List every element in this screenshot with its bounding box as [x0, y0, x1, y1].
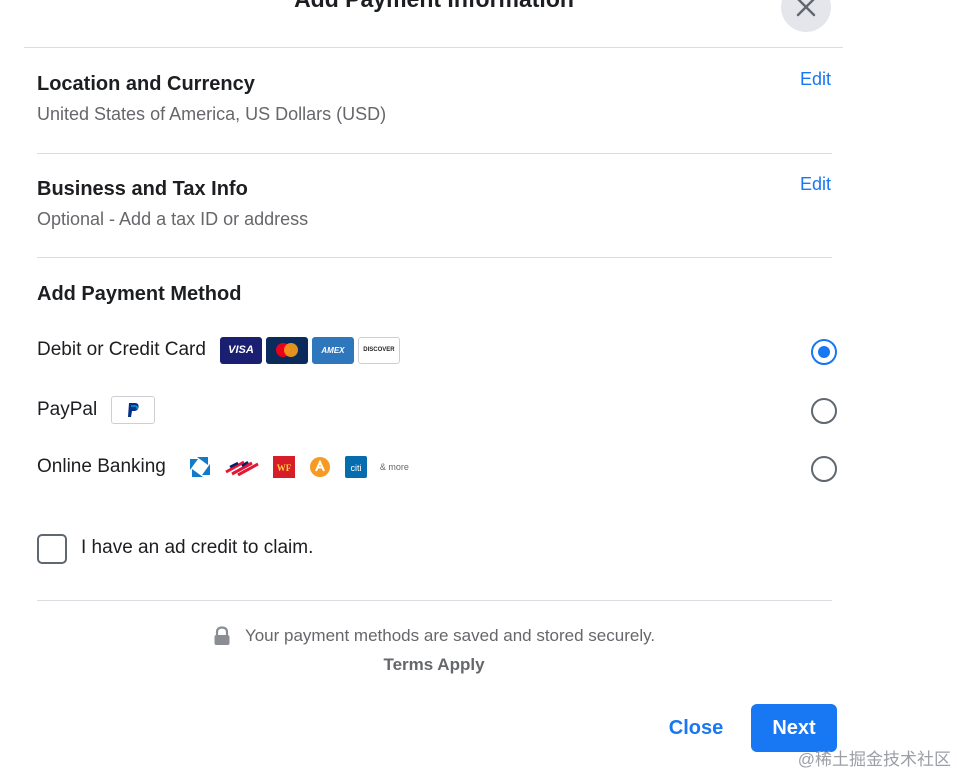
discover-logo: DISCOVER [357, 336, 400, 364]
ad-credit-checkbox[interactable] [37, 534, 67, 564]
card-option[interactable]: Debit or Credit Card VISA AMEX DISCOVER [37, 330, 837, 370]
header-divider [24, 47, 843, 48]
ad-credit-label: I have an ad credit to claim. [81, 537, 314, 558]
section-divider [37, 257, 832, 258]
visa-logo: VISA [219, 336, 262, 364]
paypal-logo [111, 396, 156, 424]
dialog-title: Add Payment Information [0, 0, 868, 13]
online-banking-radio[interactable] [811, 456, 837, 482]
secure-text: Your payment methods are saved and store… [244, 626, 656, 645]
section-divider [37, 153, 832, 154]
amex-logo: AMEX [311, 336, 354, 364]
svg-text:WF: WF [277, 463, 292, 473]
business-edit-link[interactable]: Edit [800, 174, 831, 195]
close-dialog-button[interactable] [781, 0, 831, 32]
lock-icon [214, 626, 230, 645]
chase-logo [188, 455, 212, 479]
close-icon [796, 0, 816, 17]
svg-text:citi: citi [350, 463, 361, 473]
business-title: Business and Tax Info [37, 178, 248, 200]
citi-logo: citi [344, 455, 368, 479]
card-option-label: Debit or Credit Card [37, 339, 206, 360]
business-subtitle: Optional - Add a tax ID or address [37, 209, 309, 229]
terms-apply-link[interactable]: Terms Apply [0, 655, 868, 675]
paypal-radio[interactable] [811, 398, 837, 424]
bank-of-america-logo [224, 455, 260, 479]
us-bank-logo [308, 455, 332, 479]
section-divider [37, 600, 832, 601]
location-title: Location and Currency [37, 73, 255, 95]
secure-note: Your payment methods are saved and store… [0, 626, 868, 646]
more-banks-text: & more [379, 462, 409, 472]
location-subtitle: United States of America, US Dollars (US… [37, 104, 387, 124]
payment-method-title: Add Payment Method [37, 283, 242, 305]
paypal-option[interactable]: PayPal [37, 390, 837, 430]
mastercard-logo [265, 336, 308, 364]
location-edit-link[interactable]: Edit [800, 69, 831, 90]
online-banking-option[interactable]: Online Banking WF citi & more [37, 447, 837, 487]
close-button[interactable]: Close [657, 706, 735, 750]
wells-fargo-logo: WF [272, 455, 296, 479]
online-banking-label: Online Banking [37, 456, 166, 477]
card-radio[interactable] [811, 339, 837, 365]
card-logos: VISA AMEX DISCOVER [219, 336, 400, 364]
watermark: @稀土掘金技术社区 [797, 750, 951, 769]
paypal-option-label: PayPal [37, 399, 98, 420]
